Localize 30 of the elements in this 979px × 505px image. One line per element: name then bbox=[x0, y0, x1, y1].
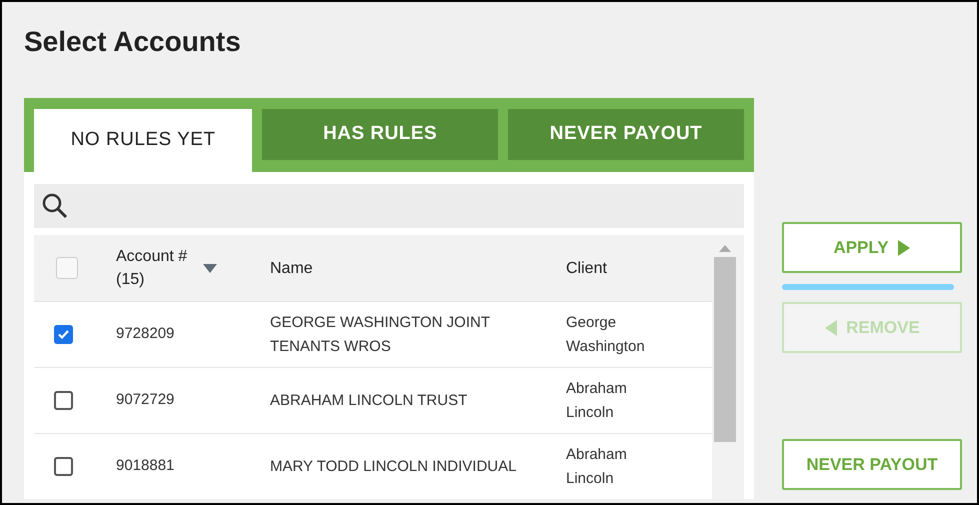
search-field[interactable] bbox=[34, 184, 744, 228]
page-title: Select Accounts bbox=[24, 25, 241, 59]
check-icon bbox=[57, 328, 70, 341]
table-cell-text: MARY TODD LINCOLN INDIVIDUAL bbox=[270, 456, 518, 476]
tab[interactable]: NEVER PAYOUT bbox=[508, 109, 744, 160]
table-cell-text: 9018881 bbox=[116, 456, 176, 476]
table-cell-text: 9728209 bbox=[116, 324, 176, 344]
back-icon bbox=[824, 320, 838, 336]
checkbox[interactable] bbox=[54, 391, 73, 410]
table-cell-text: Abraham Lincoln bbox=[566, 378, 628, 422]
tab[interactable]: HAS RULES bbox=[262, 109, 498, 160]
scrollbar-thumb[interactable] bbox=[714, 257, 736, 442]
play-icon bbox=[896, 240, 911, 256]
checkbox[interactable] bbox=[54, 457, 73, 476]
apply-button[interactable]: APPLY bbox=[782, 222, 962, 273]
tab[interactable]: NO RULES YET bbox=[34, 109, 252, 172]
scroll-up-icon bbox=[719, 245, 731, 252]
table-cell-text: GEORGE WASHINGTON JOINT TENANTS WROS bbox=[270, 312, 491, 356]
sort-down-icon bbox=[203, 264, 218, 272]
table-cell-text: ABRAHAM LINCOLN TRUST bbox=[270, 390, 468, 410]
column-header[interactable]: Client bbox=[566, 256, 607, 280]
table-cell-text: George Washington bbox=[566, 312, 646, 356]
select-all-checkbox[interactable] bbox=[56, 257, 78, 279]
checkbox[interactable] bbox=[54, 325, 73, 344]
column-header[interactable]: Name bbox=[270, 256, 313, 280]
table-cell-text: 9072729 bbox=[116, 390, 176, 410]
never-payout-button[interactable]: NEVER PAYOUT bbox=[782, 439, 962, 490]
search-icon bbox=[42, 193, 68, 219]
table-cell-text: Abraham Lincoln bbox=[566, 444, 628, 488]
column-header[interactable]: Account # (15) bbox=[116, 245, 218, 291]
